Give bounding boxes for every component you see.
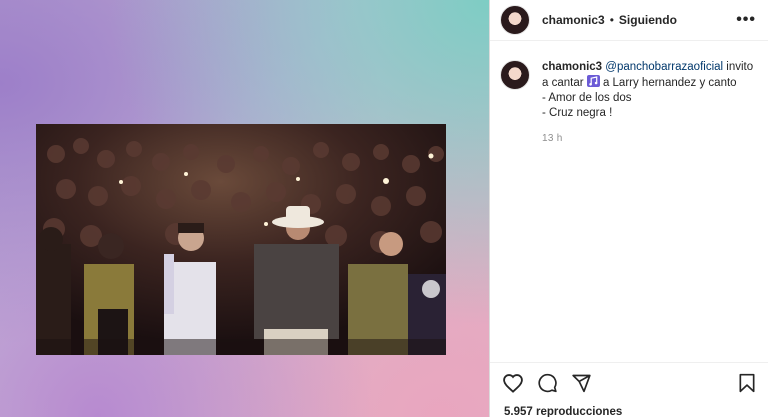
share-icon[interactable] (571, 373, 592, 393)
post-sidebar: chamonic3 • Siguiendo ••• chamonic3 @pan… (489, 0, 768, 417)
caption-username[interactable]: chamonic3 (542, 61, 602, 73)
heart-icon[interactable] (502, 373, 524, 393)
caption-body: chamonic3 @panchobarrazaoficial invito a… (542, 60, 756, 146)
avatar[interactable] (500, 5, 530, 35)
comment-icon[interactable] (537, 373, 558, 393)
video-frame (36, 124, 446, 355)
views-count[interactable]: 5.957 reproducciones (504, 406, 622, 417)
caption-text: chamonic3 @panchobarrazaoficial invito a… (542, 60, 756, 91)
more-icon[interactable]: ••• (736, 11, 756, 29)
caption-line-3: - Cruz negra ! (542, 107, 613, 119)
caption-text-part-2: a Larry hernandez y canto (599, 77, 737, 89)
caption-line-2: - Amor de los dos (542, 92, 632, 104)
video-player[interactable] (36, 124, 446, 355)
action-bar (490, 362, 768, 393)
follow-status-button[interactable]: Siguiendo (619, 13, 677, 27)
caption-avatar[interactable] (500, 60, 530, 90)
caption-mention-link[interactable]: @panchobarrazaoficial (605, 61, 723, 73)
author-username[interactable]: chamonic3 (542, 13, 605, 27)
post-timestamp[interactable]: 13 h (542, 131, 756, 146)
bookmark-icon[interactable] (738, 373, 756, 393)
post-header: chamonic3 • Siguiendo ••• (490, 0, 768, 41)
post-media-area (0, 0, 489, 417)
caption-comment: chamonic3 @panchobarrazaoficial invito a… (490, 41, 768, 146)
separator-dot: • (609, 13, 614, 27)
music-note-icon (586, 75, 600, 89)
